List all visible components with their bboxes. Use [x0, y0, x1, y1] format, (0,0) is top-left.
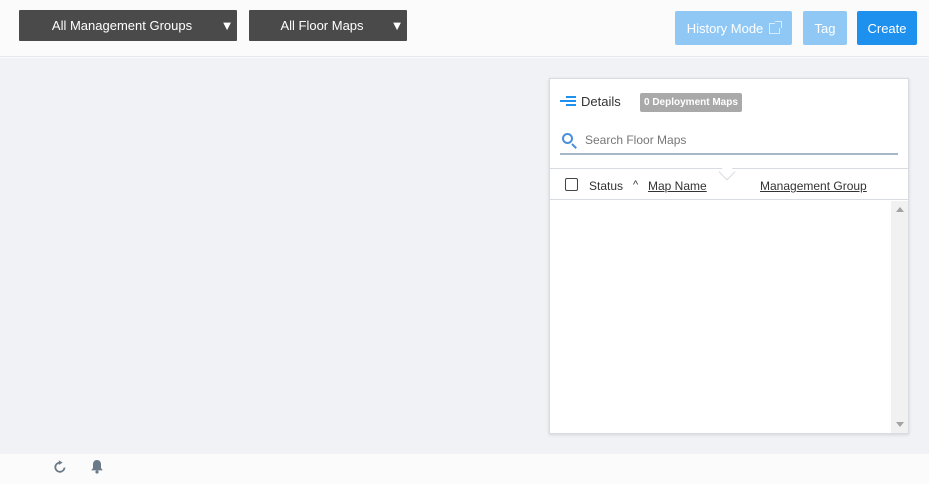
- search-icon: [562, 132, 577, 149]
- caret-down-icon: ▼: [390, 18, 404, 33]
- floor-maps-panel: Details 0 Deployment Maps Status ^ Map N…: [549, 78, 909, 434]
- history-mode-button[interactable]: History Mode: [675, 11, 792, 45]
- management-groups-dropdown-label: All Management Groups: [51, 18, 193, 33]
- search-input[interactable]: [585, 133, 885, 147]
- floor-maps-dropdown[interactable]: All Floor Maps ▼: [249, 10, 407, 41]
- column-status[interactable]: Status: [589, 179, 623, 193]
- sort-ascending-icon[interactable]: ^: [633, 179, 638, 191]
- column-management-group[interactable]: Management Group: [760, 179, 867, 193]
- details-list-icon: [560, 95, 576, 108]
- history-mode-label: History Mode: [686, 20, 764, 36]
- scroll-down-arrow-icon[interactable]: [896, 422, 904, 427]
- details-toggle[interactable]: Details: [560, 94, 621, 109]
- bell-icon[interactable]: [90, 459, 104, 474]
- table-scrollbar[interactable]: [891, 201, 908, 433]
- management-groups-dropdown[interactable]: All Management Groups ▼: [19, 10, 237, 41]
- column-map-name[interactable]: Map Name: [648, 179, 707, 193]
- create-button[interactable]: Create: [857, 11, 917, 45]
- details-label: Details: [581, 94, 621, 109]
- table-body: [550, 201, 908, 433]
- caret-down-icon: ▼: [220, 18, 234, 33]
- scroll-up-arrow-icon[interactable]: [896, 207, 904, 212]
- tag-button[interactable]: Tag: [803, 11, 847, 45]
- floor-maps-dropdown-label: All Floor Maps: [280, 18, 364, 33]
- refresh-icon[interactable]: [53, 460, 67, 474]
- footer-bar: [0, 454, 929, 484]
- select-all-checkbox[interactable]: [565, 178, 578, 191]
- search-floor-maps: [560, 127, 898, 155]
- top-toolbar: All Management Groups ▼ All Floor Maps ▼…: [0, 0, 929, 57]
- external-link-icon: [769, 20, 783, 34]
- deployment-maps-badge: 0 Deployment Maps: [640, 93, 742, 112]
